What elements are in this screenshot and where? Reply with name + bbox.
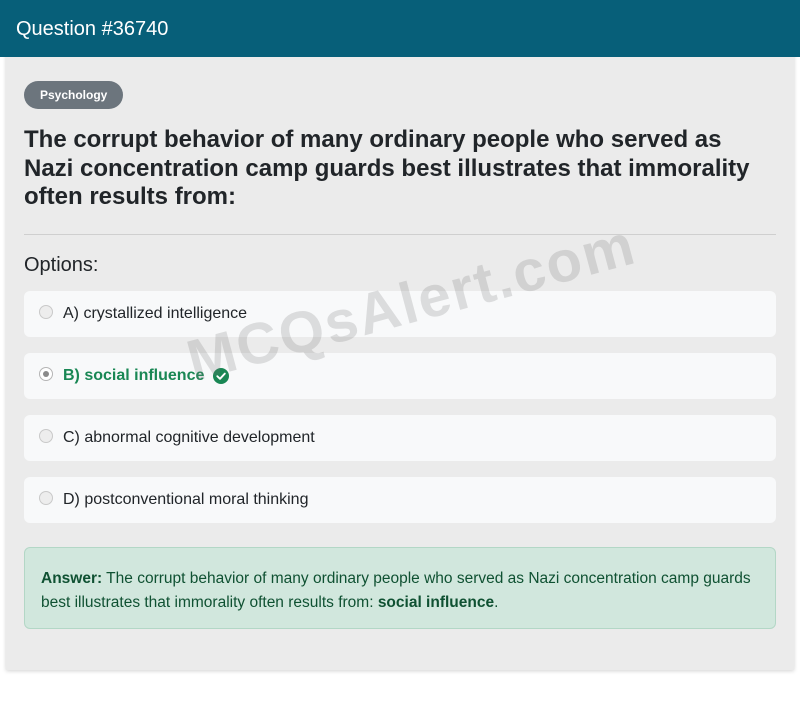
question-number: Question #36740	[16, 18, 169, 40]
radio-button[interactable]	[39, 491, 53, 505]
answer-box: Answer: The corrupt behavior of many ord…	[24, 547, 776, 629]
option-label: D) postconventional moral thinking	[63, 491, 309, 508]
radio-button-selected[interactable]	[39, 367, 53, 381]
option-label: C) abnormal cognitive development	[63, 429, 315, 446]
option-c[interactable]: C) abnormal cognitive development	[24, 415, 776, 461]
divider	[24, 234, 776, 235]
option-a[interactable]: A) crystallized intelligence	[24, 291, 776, 337]
category-badge[interactable]: Psychology	[24, 81, 124, 109]
options-label: Options:	[24, 254, 99, 276]
radio-button[interactable]	[39, 305, 53, 319]
option-label: A) crystallized intelligence	[63, 305, 248, 322]
answer-suffix: .	[494, 594, 499, 611]
question-text: The corrupt behavior of many ordinary pe…	[24, 126, 750, 210]
option-d[interactable]: D) postconventional moral thinking	[24, 477, 776, 523]
option-label: B) social influence	[63, 367, 205, 384]
card-header: Question #36740	[0, 0, 800, 57]
radio-button[interactable]	[39, 429, 53, 443]
check-circle-icon	[213, 368, 229, 384]
answer-highlight: social influence	[377, 594, 495, 611]
option-b[interactable]: B) social influence	[24, 353, 776, 399]
answer-prefix: Answer:	[41, 570, 103, 587]
